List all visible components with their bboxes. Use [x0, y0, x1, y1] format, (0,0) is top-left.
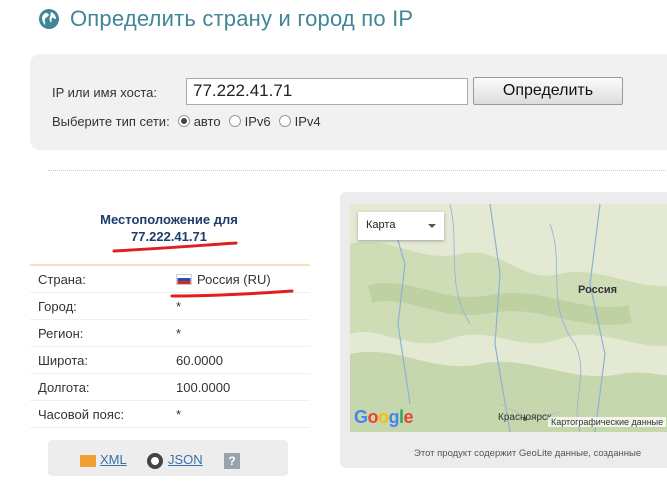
xml-link[interactable]: XML	[100, 452, 127, 467]
network-type-row: Выберите тип сети: авто IPv6 IPv4	[52, 110, 321, 132]
location-heading: Местоположение для	[100, 212, 238, 227]
ip-input[interactable]: 77.222.41.71	[186, 78, 468, 105]
json-icon[interactable]	[147, 453, 163, 469]
country-value: Россия (RU)	[197, 272, 271, 287]
red-underline-ip	[112, 241, 238, 253]
radio-ipv6-label[interactable]: IPv6	[245, 114, 271, 129]
row-key: Широта:	[38, 353, 89, 368]
globe-icon	[39, 9, 59, 29]
row-value: 60.0000	[176, 353, 223, 368]
table-row: Часовой пояс: *	[30, 401, 310, 428]
map-credit[interactable]: Картографические данные	[548, 417, 667, 427]
xml-icon[interactable]	[80, 455, 96, 467]
help-icon[interactable]: ?	[224, 453, 240, 469]
radio-ipv4-label[interactable]: IPv4	[295, 114, 321, 129]
row-value: *	[176, 326, 182, 341]
divider	[48, 170, 667, 171]
export-panel: XML JSON ?	[48, 440, 288, 476]
ru-flag-icon	[176, 274, 192, 285]
row-key: Часовой пояс:	[38, 407, 125, 422]
radio-ipv4[interactable]	[278, 115, 291, 127]
radio-ipv6[interactable]	[228, 115, 241, 127]
google-logo: Google	[354, 407, 414, 427]
table-row: Широта: 60.0000	[30, 347, 310, 374]
lookup-form: IP или имя хоста: 77.222.41.71 Определит…	[30, 54, 667, 150]
map-country-label: Россия	[578, 284, 618, 296]
row-value: Россия (RU)	[176, 272, 271, 287]
submit-button[interactable]: Определить	[473, 77, 623, 105]
row-key: Город:	[38, 299, 77, 314]
row-value: *	[176, 407, 182, 422]
page-header: Определить страну и город по IP	[38, 2, 413, 36]
map-city-label: Красноярск	[498, 412, 552, 423]
ip-row: IP или имя хоста:	[52, 78, 157, 106]
row-value: 100.0000	[176, 380, 231, 395]
map-type-label: Карта	[366, 219, 396, 231]
row-key: Страна:	[38, 272, 86, 287]
table-row: Долгота: 100.0000	[30, 374, 310, 401]
row-key: Регион:	[38, 326, 84, 341]
table-row: Регион: *	[30, 320, 310, 347]
geolite-note: Этот продукт содержит GeoLite данные, со…	[414, 448, 642, 459]
ip-label: IP или имя хоста:	[52, 84, 157, 100]
map-type-select[interactable]: Карта	[358, 212, 444, 240]
red-underline-country	[170, 289, 294, 298]
row-key: Долгота:	[38, 380, 90, 395]
row-value: *	[176, 299, 182, 314]
network-type-label: Выберите тип сети:	[52, 113, 170, 129]
radio-auto-label[interactable]: авто	[194, 114, 221, 129]
json-link[interactable]: JSON	[168, 452, 203, 467]
page-title: Определить страну и город по IP	[70, 6, 414, 31]
chevron-down-icon	[428, 224, 436, 228]
radio-auto[interactable]	[177, 115, 190, 127]
